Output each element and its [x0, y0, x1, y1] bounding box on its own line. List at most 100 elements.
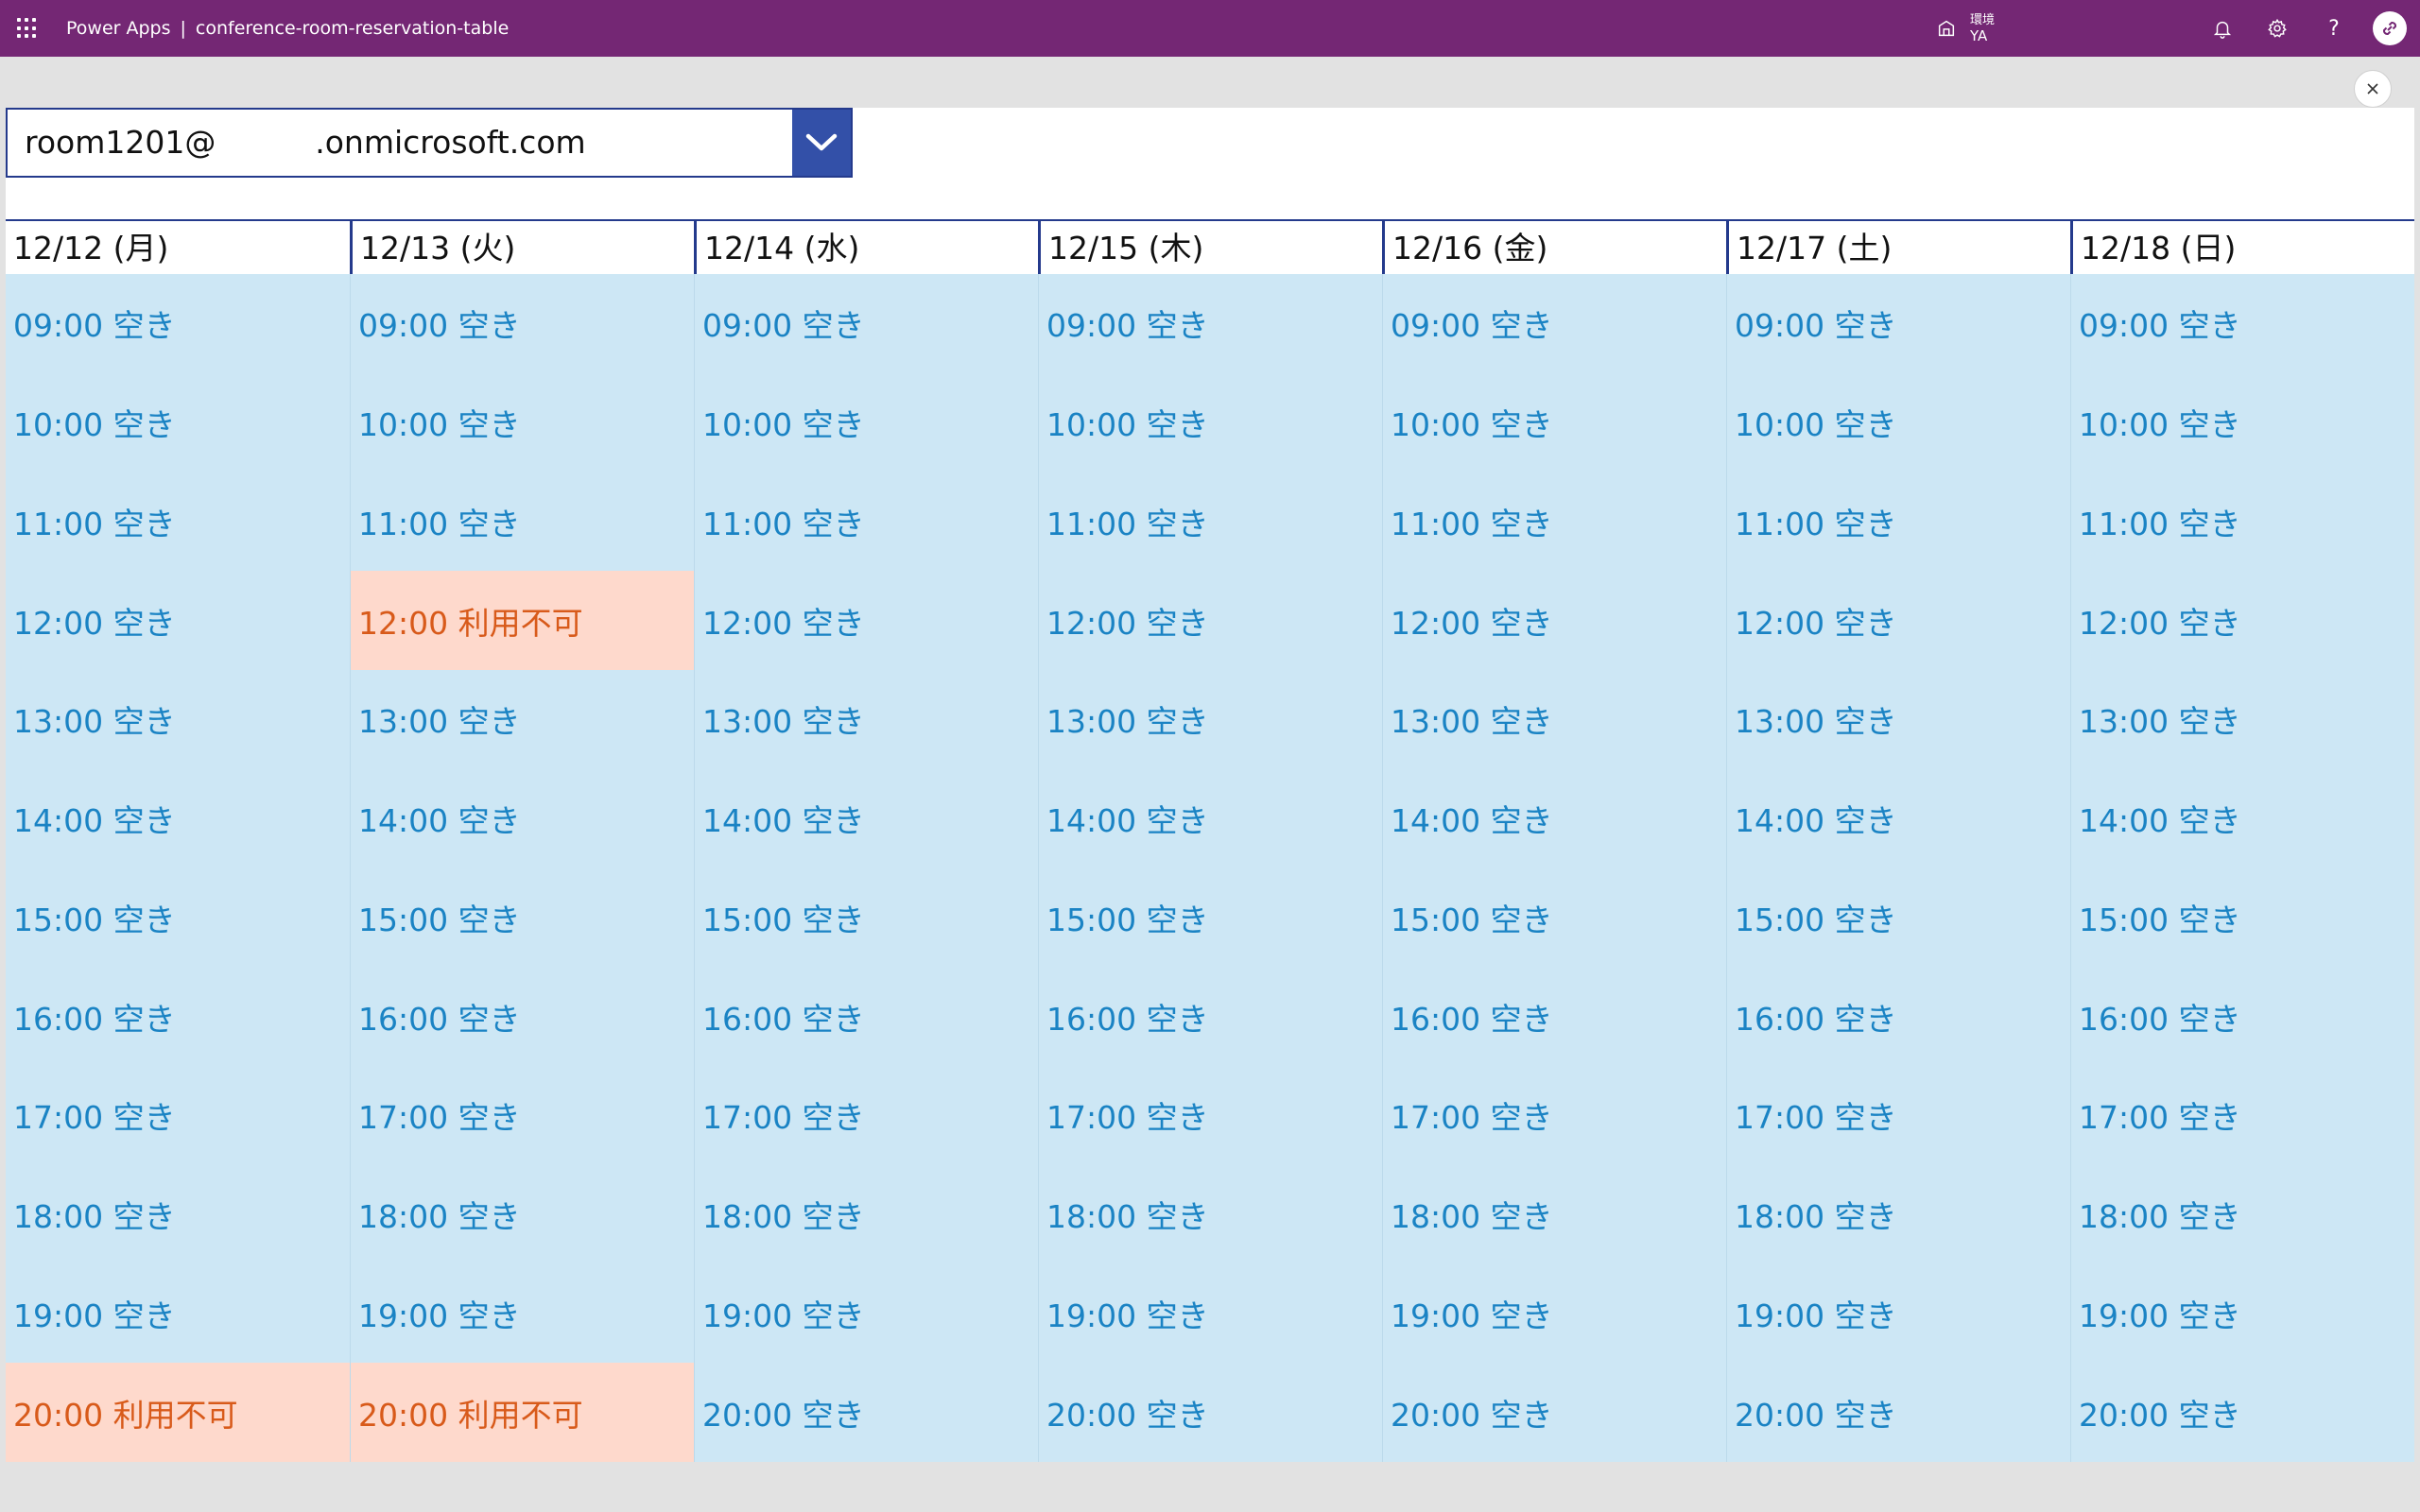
time-slot-available[interactable]: 11:00 空き — [1038, 472, 1382, 572]
time-slot-unavailable[interactable]: 20:00 利用不可 — [350, 1363, 694, 1462]
time-slot-available[interactable]: 17:00 空き — [1382, 1066, 1726, 1165]
time-slot-unavailable[interactable]: 12:00 利用不可 — [350, 571, 694, 670]
time-slot-available[interactable]: 14:00 空き — [2070, 768, 2414, 868]
time-slot-available[interactable]: 12:00 空き — [1038, 571, 1382, 670]
time-slot-available[interactable]: 11:00 空き — [1382, 472, 1726, 572]
time-slot-available[interactable]: 16:00 空き — [694, 967, 1038, 1066]
day-header: 12/18 (日) — [2070, 221, 2414, 274]
time-slot-available[interactable]: 20:00 空き — [2070, 1363, 2414, 1462]
time-slot-available[interactable]: 11:00 空き — [350, 472, 694, 572]
time-slot-available[interactable]: 15:00 空き — [2070, 868, 2414, 968]
time-slot-available[interactable]: 13:00 空き — [1038, 670, 1382, 769]
help-button[interactable]: ? — [2320, 14, 2348, 43]
time-slot-unavailable[interactable]: 20:00 利用不可 — [6, 1363, 350, 1462]
time-slot-available[interactable]: 10:00 空き — [1038, 372, 1382, 472]
time-slot-available[interactable]: 16:00 空き — [1038, 967, 1382, 1066]
time-slot-available[interactable]: 14:00 空き — [1726, 768, 2070, 868]
time-slot-available[interactable]: 13:00 空き — [1382, 670, 1726, 769]
time-slot-available[interactable]: 14:00 空き — [6, 768, 350, 868]
time-slot-available[interactable]: 19:00 空き — [350, 1263, 694, 1364]
day-header: 12/12 (月) — [6, 221, 350, 274]
time-slot-available[interactable]: 15:00 空き — [694, 868, 1038, 968]
time-slot-available[interactable]: 19:00 空き — [1726, 1263, 2070, 1364]
time-slot-available[interactable]: 12:00 空き — [1726, 571, 2070, 670]
waffle-icon[interactable] — [17, 18, 38, 39]
time-slot-available[interactable]: 17:00 空き — [694, 1066, 1038, 1165]
time-slot-available[interactable]: 18:00 空き — [1726, 1164, 2070, 1264]
time-slot-available[interactable]: 15:00 空き — [1726, 868, 2070, 968]
time-slot-available[interactable]: 17:00 空き — [1726, 1066, 2070, 1165]
day-column: 12/15 (木) 09:00 空き 10:00 空き 11:00 空き 12:00 空… — [1038, 221, 1382, 1462]
day-column: 12/14 (水) 09:00 空き 10:00 空き 11:00 空き 12:00 空… — [694, 221, 1038, 1462]
close-button[interactable] — [2354, 70, 2392, 108]
time-slot-available[interactable]: 18:00 空き — [6, 1164, 350, 1264]
time-slot-available[interactable]: 10:00 空き — [350, 372, 694, 472]
time-slot-available[interactable]: 15:00 空き — [350, 868, 694, 968]
time-slot-available[interactable]: 19:00 空き — [694, 1263, 1038, 1364]
time-slot-available[interactable]: 19:00 空き — [2070, 1263, 2414, 1364]
time-slot-available[interactable]: 14:00 空き — [1382, 768, 1726, 868]
time-slot-available[interactable]: 09:00 空き — [694, 274, 1038, 373]
time-slot-available[interactable]: 17:00 空き — [6, 1066, 350, 1165]
time-slot-available[interactable]: 20:00 空き — [694, 1363, 1038, 1462]
time-slot-available[interactable]: 13:00 空き — [1726, 670, 2070, 769]
time-slot-available[interactable]: 10:00 空き — [694, 372, 1038, 472]
time-slot-available[interactable]: 09:00 空き — [1726, 274, 2070, 373]
settings-button[interactable] — [2263, 14, 2291, 43]
time-slot-available[interactable]: 14:00 空き — [350, 768, 694, 868]
time-slot-available[interactable]: 09:00 空き — [2070, 274, 2414, 373]
day-header: 12/15 (木) — [1038, 221, 1382, 274]
time-slot-available[interactable]: 16:00 空き — [1726, 967, 2070, 1066]
time-slot-available[interactable]: 16:00 空き — [1382, 967, 1726, 1066]
time-slot-available[interactable]: 20:00 空き — [1038, 1363, 1382, 1462]
time-slot-available[interactable]: 15:00 空き — [6, 868, 350, 968]
time-slot-available[interactable]: 13:00 空き — [2070, 670, 2414, 769]
time-slot-available[interactable]: 16:00 空き — [2070, 967, 2414, 1066]
time-slot-available[interactable]: 09:00 空き — [1038, 274, 1382, 373]
time-slot-available[interactable]: 19:00 空き — [1038, 1263, 1382, 1364]
time-slot-available[interactable]: 09:00 空き — [6, 274, 350, 373]
time-slot-available[interactable]: 19:00 空き — [1382, 1263, 1726, 1364]
time-slot-available[interactable]: 13:00 空き — [350, 670, 694, 769]
time-slot-available[interactable]: 12:00 空き — [6, 571, 350, 670]
avatar-icon — [2382, 21, 2397, 36]
time-slot-available[interactable]: 10:00 空き — [6, 372, 350, 472]
time-slot-available[interactable]: 17:00 空き — [1038, 1066, 1382, 1165]
environment-picker[interactable]: 環境 YA — [1936, 8, 1995, 49]
time-slot-available[interactable]: 18:00 空き — [1038, 1164, 1382, 1264]
time-slot-available[interactable]: 20:00 空き — [1382, 1363, 1726, 1462]
account-button[interactable] — [2373, 11, 2407, 45]
day-header: 12/17 (土) — [1726, 221, 2070, 274]
time-slot-available[interactable]: 17:00 空き — [2070, 1066, 2414, 1165]
time-slot-available[interactable]: 12:00 空き — [694, 571, 1038, 670]
time-slot-available[interactable]: 15:00 空き — [1038, 868, 1382, 968]
time-slot-available[interactable]: 18:00 空き — [694, 1164, 1038, 1264]
time-slot-available[interactable]: 13:00 空き — [694, 670, 1038, 769]
time-slot-available[interactable]: 09:00 空き — [350, 274, 694, 373]
time-slot-available[interactable]: 12:00 空き — [2070, 571, 2414, 670]
time-slot-available[interactable]: 09:00 空き — [1382, 274, 1726, 373]
time-slot-available[interactable]: 19:00 空き — [6, 1263, 350, 1364]
time-slot-available[interactable]: 20:00 空き — [1726, 1363, 2070, 1462]
time-slot-available[interactable]: 18:00 空き — [2070, 1164, 2414, 1264]
time-slot-available[interactable]: 16:00 空き — [350, 967, 694, 1066]
time-slot-available[interactable]: 18:00 空き — [1382, 1164, 1726, 1264]
time-slot-available[interactable]: 18:00 空き — [350, 1164, 694, 1264]
time-slot-available[interactable]: 11:00 空き — [694, 472, 1038, 572]
time-slot-available[interactable]: 10:00 空き — [2070, 372, 2414, 472]
dropdown-toggle[interactable] — [792, 110, 851, 176]
time-slot-available[interactable]: 11:00 空き — [2070, 472, 2414, 572]
time-slot-available[interactable]: 14:00 空き — [1038, 768, 1382, 868]
room-dropdown[interactable]: room1201@ .onmicrosoft.com — [6, 108, 853, 178]
time-slot-available[interactable]: 14:00 空き — [694, 768, 1038, 868]
time-slot-available[interactable]: 15:00 空き — [1382, 868, 1726, 968]
time-slot-available[interactable]: 12:00 空き — [1382, 571, 1726, 670]
time-slot-available[interactable]: 11:00 空き — [1726, 472, 2070, 572]
time-slot-available[interactable]: 11:00 空き — [6, 472, 350, 572]
time-slot-available[interactable]: 10:00 空き — [1382, 372, 1726, 472]
notifications-button[interactable] — [2208, 14, 2237, 43]
time-slot-available[interactable]: 17:00 空き — [350, 1066, 694, 1165]
time-slot-available[interactable]: 16:00 空き — [6, 967, 350, 1066]
time-slot-available[interactable]: 13:00 空き — [6, 670, 350, 769]
time-slot-available[interactable]: 10:00 空き — [1726, 372, 2070, 472]
